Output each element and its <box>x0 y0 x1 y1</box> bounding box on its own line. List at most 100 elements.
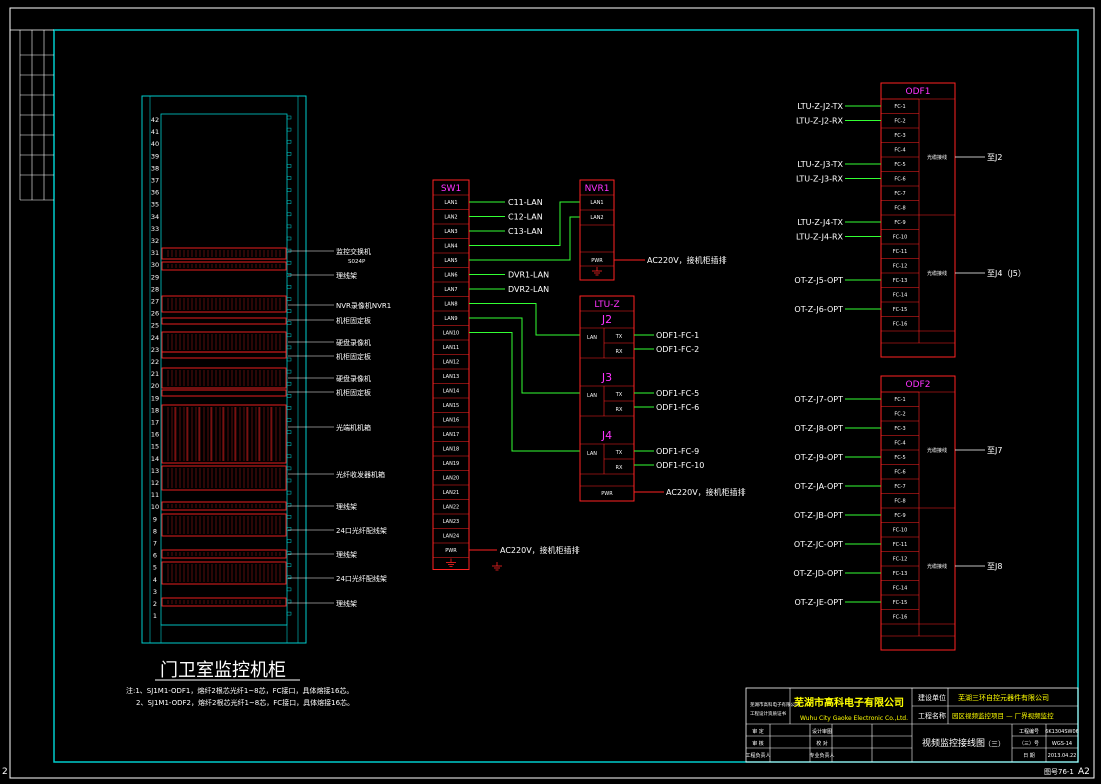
tb-small-2: 工程设计资质证书 <box>750 710 786 717</box>
sw1-port: LAN2 <box>444 215 457 221</box>
sw1-port: LAN3 <box>444 229 457 235</box>
u-number: 19 <box>151 394 159 402</box>
odf-port: FC-3 <box>894 426 905 432</box>
nvr1-port: PWR <box>591 258 603 264</box>
u-number: 38 <box>151 164 159 172</box>
nvr1-power-label: AC220V，接机柜插排 <box>647 255 727 265</box>
odf-input-label: OT-Z-J8-OPT <box>794 424 843 433</box>
u-number: 36 <box>151 189 159 197</box>
odf-port: FC-2 <box>894 119 905 125</box>
u-number: 16 <box>151 431 159 439</box>
sw1-port: LAN18 <box>443 447 459 453</box>
rack-label: 机柜固定板 <box>336 352 371 361</box>
sw1-port: LAN16 <box>443 418 459 424</box>
tb-build-unit-label: 建设单位 <box>918 693 946 702</box>
note-2: 2、SJ1M1-ODF2，熔纤2根芯光纤1~8芯，FC接口，具体熔接16芯。 <box>136 698 354 707</box>
u-number: 41 <box>151 128 159 136</box>
u-number: 3 <box>153 588 157 596</box>
odf-input-label: LTU-Z-J3-TX <box>797 160 843 169</box>
u-number: 42 <box>151 116 159 124</box>
odf-input-label: OT-Z-JE-OPT <box>794 598 843 607</box>
sw1-link-label: C11-LAN <box>508 198 543 207</box>
ltu-tx: TX <box>615 334 623 340</box>
u-number: 27 <box>151 298 159 306</box>
u-number: 12 <box>151 479 159 487</box>
odf1-group-title: ODF1 <box>906 87 931 97</box>
odf-port: FC-13 <box>893 278 908 284</box>
odf-port: FC-5 <box>894 162 905 168</box>
u-number: 4 <box>153 576 157 584</box>
ltu-group-name: J2 <box>601 313 612 326</box>
sw1-port: LAN10 <box>443 331 459 337</box>
odf-input-label: LTU-Z-J4-RX <box>796 233 844 242</box>
rack-label: NVR录像机NVR1 <box>336 301 391 310</box>
rack-label: 硬盘录像机 <box>336 338 371 347</box>
rack-label: 光纤收发器机箱 <box>336 470 385 479</box>
odf-input-label: OT-Z-J5-OPT <box>794 276 843 285</box>
odf-port: FC-6 <box>894 177 905 183</box>
odf-port: FC-12 <box>893 264 908 270</box>
ltu-title: LTU-Z <box>594 300 619 310</box>
u-number: 17 <box>151 419 159 427</box>
u-number: 28 <box>151 285 159 293</box>
odf-to-label: 至J8 <box>987 562 1002 571</box>
odf-port: FC-9 <box>894 220 905 226</box>
odf-to-label: 至J4（J5） <box>987 269 1026 278</box>
sw1-port: LAN11 <box>443 345 459 351</box>
odf-cable-label: 光缆接线 <box>927 154 947 161</box>
title-block: 芜湖市高科电子有限公司 工程设计资质证书 芜湖市高科电子有限公司 Wuhu Ci… <box>745 687 1079 763</box>
tb-small-1: 芜湖市高科电子有限公司 <box>750 701 800 708</box>
rack-fixed-plate <box>161 351 287 359</box>
odf-port: FC-13 <box>893 571 908 577</box>
u-number: 22 <box>151 358 159 366</box>
u-number: 2 <box>153 600 157 608</box>
switch-sw1: SW1 LAN1 LAN2 LAN3 LAN4 LAN5 LAN6 LAN7 LAN8 LAN9 L… <box>432 179 580 571</box>
tb-company-cn: 芜湖市高科电子有限公司 <box>794 696 904 709</box>
ltu-lan: LAN <box>587 451 597 457</box>
odf-port: FC-3 <box>894 133 905 139</box>
odf-port: FC-7 <box>894 484 905 490</box>
u-number: 26 <box>151 310 159 318</box>
ltu-tx-to: ODF1-FC-9 <box>656 447 699 456</box>
ltu-group-name: J4 <box>601 429 612 442</box>
u-number: 10 <box>151 503 159 511</box>
odf-input-label: OT-Z-J6-OPT <box>794 305 843 314</box>
odf-cable-label: 光缆接线 <box>927 563 947 570</box>
odf-to-label: 至J7 <box>987 446 1002 455</box>
rack-label: 监控交换机 <box>336 247 371 256</box>
u-number: 25 <box>151 322 159 330</box>
nvr1-port: LAN1 <box>590 200 603 206</box>
sw1-port: LAN24 <box>443 534 459 540</box>
ltu-tx-to: ODF1-FC-5 <box>656 389 699 398</box>
odf-port: FC-4 <box>894 441 905 447</box>
tb-role: 审 核 <box>752 740 764 747</box>
sw1-link-label: DVR1-LAN <box>508 271 549 280</box>
ltu-lan: LAN <box>587 393 597 399</box>
nvr1-port: LAN2 <box>590 215 603 221</box>
u-number: 18 <box>151 406 159 414</box>
cabinet-title: 门卫室监控机柜 <box>160 660 286 681</box>
odf-input-label: LTU-Z-J3-RX <box>796 175 844 184</box>
odf-input-label: OT-Z-JB-OPT <box>794 511 843 520</box>
rack-cabinet: 4241403938373635343332313029282726252423… <box>141 95 391 644</box>
ltu-lan: LAN <box>587 335 597 341</box>
rack-label: 24口光纤配线架 <box>336 574 387 583</box>
rack-fixed-plate <box>161 317 287 325</box>
rack-label: 机柜固定板 <box>336 388 371 397</box>
rack-label: 机柜固定板 <box>336 316 371 325</box>
sw1-port: LAN9 <box>444 316 457 322</box>
odf-to-label: 至J2 <box>987 153 1002 162</box>
tb-project-label: 工程名称 <box>918 711 946 720</box>
u-number: 29 <box>151 273 159 281</box>
sw1-link-label: C13-LAN <box>508 227 543 236</box>
tb-role: 审 定 <box>752 728 764 735</box>
odf-port: FC-12 <box>893 557 908 563</box>
tb-company-en: Wuhu City Gaoke Electronic Co.,Ltd. <box>800 715 908 722</box>
u-number: 34 <box>151 213 159 221</box>
odf-cable-label: 光缆接线 <box>927 270 947 277</box>
sw1-port: LAN4 <box>444 244 457 250</box>
nvr-nvr1: NVR1 LAN1 LAN2 PWR AC220V，接机柜插排 <box>579 179 727 281</box>
ltu-tx: TX <box>615 450 623 456</box>
odf-input-label: OT-Z-JA-OPT <box>794 482 843 491</box>
rack-label: 理线架 <box>336 271 357 280</box>
